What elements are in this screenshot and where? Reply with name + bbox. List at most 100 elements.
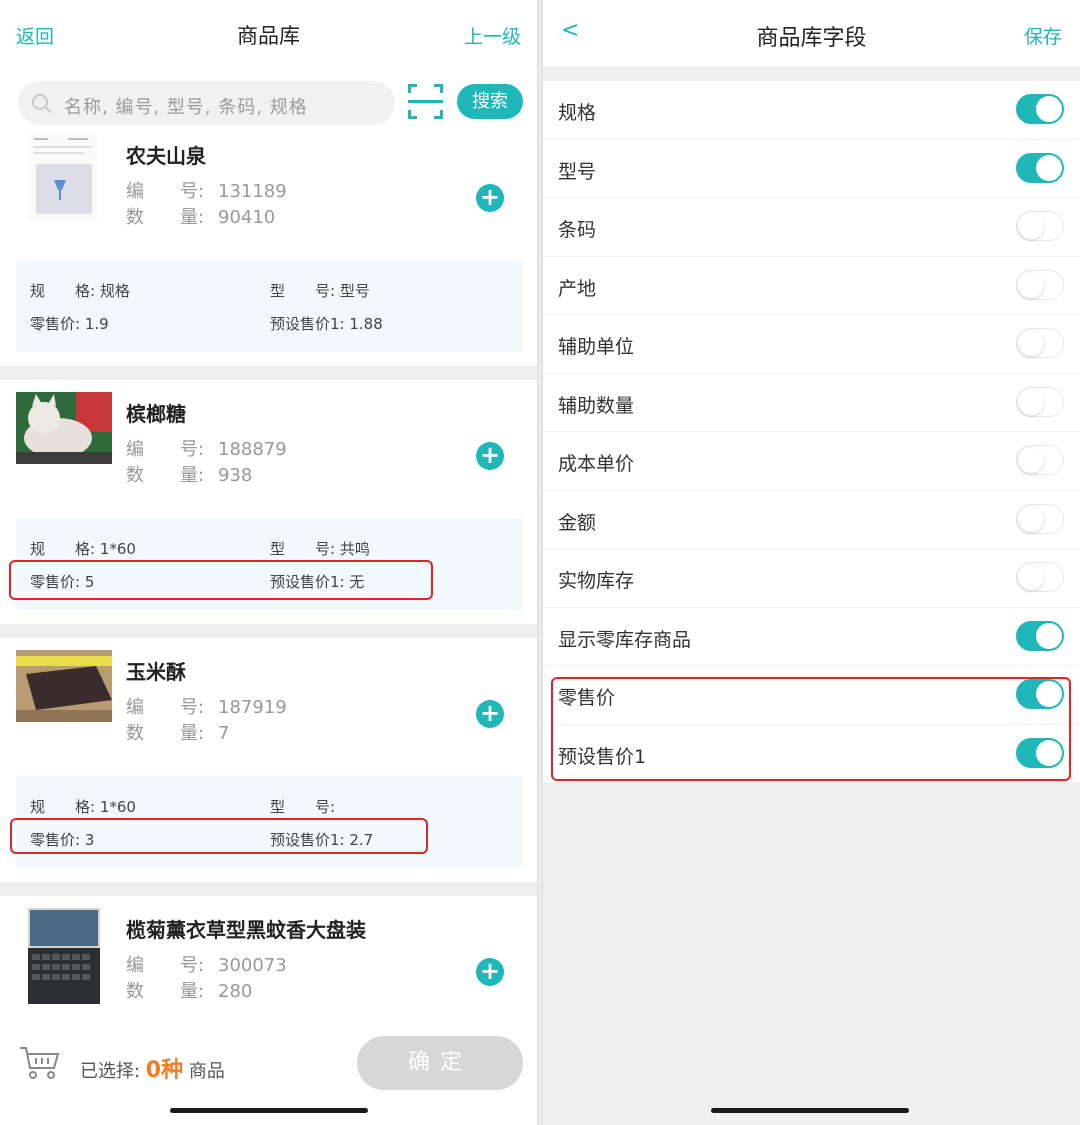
confirm-button[interactable]: 确定 [357,1036,523,1090]
product-code: 131189 [218,181,287,202]
toggle-knob [1018,330,1044,356]
product-spec-panel: 规 格: 规格 型 号: 型号 零售价: 1.9 预设售价1: 1.88 [16,260,523,352]
spec-label: 规 格: [30,282,100,300]
product-meta: 编 号: 300073 数 量: 280 [126,953,287,1005]
page-title: 商品库字段 [756,26,867,51]
toggle-knob [1018,447,1044,473]
toggle-knob [1018,271,1044,298]
selected-count: 0种 [145,1058,184,1083]
field-label: 金额 [558,511,597,534]
toggle-knob [1018,388,1044,415]
toggle-knob [1018,564,1044,590]
field-label: 辅助单位 [558,336,635,358]
product-image [16,392,112,464]
product-code: 188879 [218,439,287,460]
add-product-button[interactable]: + [476,184,504,212]
spec-value: 1*60 [99,540,136,558]
field-row: 显示零库存商品 [543,608,1080,666]
field-toggle[interactable] [1016,152,1064,183]
nav-bar: < 商品库字段 保存 [543,0,1080,66]
code-label: 编 号: [126,697,205,718]
product-meta: 编 号: 187919 数 量: 7 [126,695,287,747]
search-input[interactable]: 名称, 编号, 型号, 条码, 规格 [18,81,395,125]
home-indicator [711,1108,909,1113]
field-toggle[interactable] [1016,503,1064,534]
search-button[interactable]: 搜索 [457,84,523,119]
field-label: 型号 [558,160,597,183]
spec-label: 规 格: [30,540,100,558]
toggle-knob [1036,96,1062,122]
model-value: 共鸣 [339,540,370,558]
nav-bar: 返回 商品库 上一级 [0,0,537,70]
scan-icon[interactable] [408,84,443,119]
field-row: 金额 [543,491,1080,549]
model-label: 型 号: [270,540,340,558]
selected-suffix: 商品 [183,1061,225,1082]
add-product-button[interactable]: + [476,958,504,986]
product-image [28,134,98,222]
field-toggle[interactable] [1016,211,1064,241]
product-code: 187919 [218,697,287,718]
field-label: 产地 [558,277,597,300]
field-toggle[interactable] [1016,386,1064,417]
qty-label: 数 量: [126,723,205,744]
field-toggle[interactable] [1016,94,1064,124]
search-bar: 名称, 编号, 型号, 条码, 规格 搜索 [0,76,537,132]
field-settings-screen: < 商品库字段 保存 规格型号条码产地辅助单位辅助数量成本单价金额实物库存显示零… [542,0,1080,1125]
product-name: 农夫山泉 [126,144,206,168]
product-qty: 280 [218,981,253,1002]
field-row: 辅助数量 [543,374,1080,432]
highlight-box [10,818,428,854]
code-label: 编 号: [126,439,205,460]
product-card[interactable]: 玉米酥 编 号: 187919 数 量: 7 + 规 格: 1*60 型 号: … [0,638,537,882]
selection-footer: 已选择: 0种 商品 确定 [0,1032,537,1094]
product-library-screen: 返回 商品库 上一级 名称, 编号, 型号, 条码, 规格 搜索 农夫山泉 编 … [0,0,538,1125]
field-toggle[interactable] [1016,562,1064,592]
field-toggle[interactable] [1016,328,1064,358]
spec-value: 规格 [99,282,130,300]
toggle-knob [1036,154,1062,181]
add-product-button[interactable]: + [476,700,504,728]
model-label: 型 号: [270,798,336,816]
field-row: 辅助单位 [543,315,1080,374]
spec-label: 规 格: [30,798,100,816]
toggle-knob [1036,622,1062,649]
toggle-knob [1018,505,1044,532]
preset-price-value: 1.88 [349,315,383,333]
product-card[interactable]: 槟榔糖 编 号: 188879 数 量: 938 + 规 格: 1*60 型 号… [0,380,537,624]
product-qty: 7 [218,723,230,744]
save-button[interactable]: 保存 [1024,22,1062,49]
code-label: 编 号: [126,181,205,202]
field-toggle[interactable] [1016,620,1064,651]
field-row: 型号 [543,140,1080,198]
field-row: 规格 [543,81,1080,140]
retail-price-value: 1.9 [84,315,109,333]
parent-level-button[interactable]: 上一级 [464,22,521,49]
highlight-box [551,677,1071,781]
field-row: 产地 [543,257,1080,315]
field-label: 显示零库存商品 [558,628,692,651]
highlight-box [9,560,433,600]
field-toggle[interactable] [1016,269,1064,300]
qty-label: 数 量: [126,465,205,486]
field-row: 实物库存 [543,549,1080,608]
field-label: 规格 [558,102,597,124]
product-meta: 编 号: 188879 数 量: 938 [126,437,287,489]
qty-label: 数 量: [126,207,205,228]
spec-value: 1*60 [99,798,136,816]
cart-icon[interactable] [18,1044,60,1080]
product-list: 农夫山泉 编 号: 131189 数 量: 90410 + 规 格: 规格 型 … [0,132,537,1056]
code-label: 编 号: [126,955,205,976]
field-toggle[interactable] [1016,445,1064,475]
product-meta: 编 号: 131189 数 量: 90410 [126,179,287,231]
field-row: 条码 [543,198,1080,257]
field-row: 成本单价 [543,432,1080,491]
add-product-button[interactable]: + [476,442,504,470]
product-name: 玉米酥 [126,660,186,684]
product-qty: 938 [218,465,253,486]
toggle-knob [1018,213,1044,239]
product-qty: 90410 [218,207,276,228]
field-label: 成本单价 [558,453,635,475]
product-card[interactable]: 农夫山泉 编 号: 131189 数 量: 90410 + 规 格: 规格 型 … [0,132,537,366]
field-label: 条码 [558,219,597,241]
